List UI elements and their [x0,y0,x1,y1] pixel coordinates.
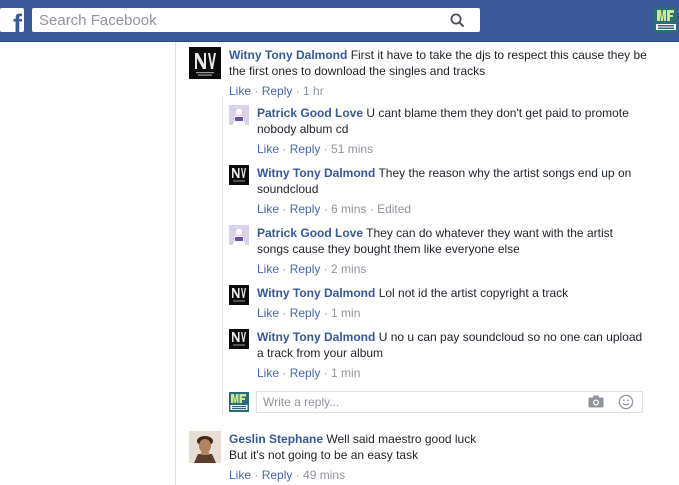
comment-text-line: Well said maestro good luck [326,432,477,446]
avatar[interactable] [229,285,249,305]
emoji-icon[interactable] [618,394,634,410]
reply-link[interactable]: Reply [290,142,321,156]
reply-actions: Like · Reply · 6 mins · Edited [257,202,412,216]
top-navigation-bar: f [0,0,679,42]
reply-author[interactable]: Witny Tony Dalmond [257,330,375,344]
comment-timestamp[interactable]: 1 hr [303,84,324,98]
reply-body: Witny Tony Dalmond They the reason why t… [257,165,643,197]
like-link[interactable]: Like [257,306,279,320]
reply-body: Witny Tony Dalmond U no u can pay soundc… [257,329,643,361]
search-box [32,8,480,32]
profile-avatar[interactable] [654,7,678,33]
reply-actions: Like · Reply · 51 mins [257,142,374,156]
avatar[interactable] [189,431,221,463]
reply-box [256,391,643,413]
reply-timestamp[interactable]: 6 mins [331,202,366,216]
reply-actions: Like · Reply · 1 min [257,306,361,320]
reply-author[interactable]: Patrick Good Love [257,106,363,120]
comment-body: Geslin Stephane Well said maestro good l… [229,431,654,463]
reply-text: Lol not id the artist copyright a track [378,286,569,300]
reply-author[interactable]: Patrick Good Love [257,226,363,240]
comment-actions: Like · Reply · 49 mins [229,468,346,482]
comment-actions: Like · Reply · 1 hr [229,84,324,98]
current-user-avatar [229,392,249,412]
reply-timestamp[interactable]: 1 min [331,366,360,380]
reply-body: Patrick Good Love U cant blame them they… [257,105,643,137]
avatar[interactable] [229,165,249,185]
reply-actions: Like · Reply · 1 min [257,366,361,380]
facebook-logo-letter: f [13,9,22,33]
comment-author[interactable]: Geslin Stephane [229,432,323,446]
avatar[interactable] [229,225,249,245]
reply-input[interactable] [263,392,573,412]
reply-author[interactable]: Witny Tony Dalmond [257,286,375,300]
search-input[interactable] [39,9,439,31]
reply-body: Witny Tony Dalmond Lol not id the artist… [257,285,643,301]
camera-icon[interactable] [588,395,604,408]
reply-thread-line [222,96,223,414]
comment-text-line: But it's not going to be an easy task [229,448,419,462]
search-icon [450,13,465,28]
reply-timestamp[interactable]: 51 mins [331,142,373,156]
like-link[interactable]: Like [257,202,279,216]
like-link[interactable]: Like [257,142,279,156]
like-link[interactable]: Like [257,366,279,380]
reply-timestamp[interactable]: 2 mins [331,262,366,276]
search-button[interactable] [435,9,479,31]
comment-author[interactable]: Witny Tony Dalmond [229,48,347,62]
reply-link[interactable]: Reply [262,468,293,482]
avatar[interactable] [229,329,249,349]
like-link[interactable]: Like [257,262,279,276]
reply-link[interactable]: Reply [290,262,321,276]
like-link[interactable]: Like [229,84,251,98]
reply-link[interactable]: Reply [262,84,293,98]
reply-body: Patrick Good Love They can do whatever t… [257,225,643,257]
reply-author[interactable]: Witny Tony Dalmond [257,166,375,180]
avatar[interactable] [189,47,221,79]
reply-link[interactable]: Reply [290,306,321,320]
reply-actions: Like · Reply · 2 mins [257,262,367,276]
comment-timestamp[interactable]: 49 mins [303,468,345,482]
edited-label[interactable]: Edited [377,202,411,216]
facebook-logo-icon[interactable]: f [0,8,24,32]
feed-column-divider [175,42,176,485]
avatar[interactable] [229,105,249,125]
like-link[interactable]: Like [229,468,251,482]
reply-link[interactable]: Reply [290,202,321,216]
reply-timestamp[interactable]: 1 min [331,306,360,320]
comment-body: Witny Tony Dalmond First it have to take… [229,47,654,79]
reply-link[interactable]: Reply [290,366,321,380]
